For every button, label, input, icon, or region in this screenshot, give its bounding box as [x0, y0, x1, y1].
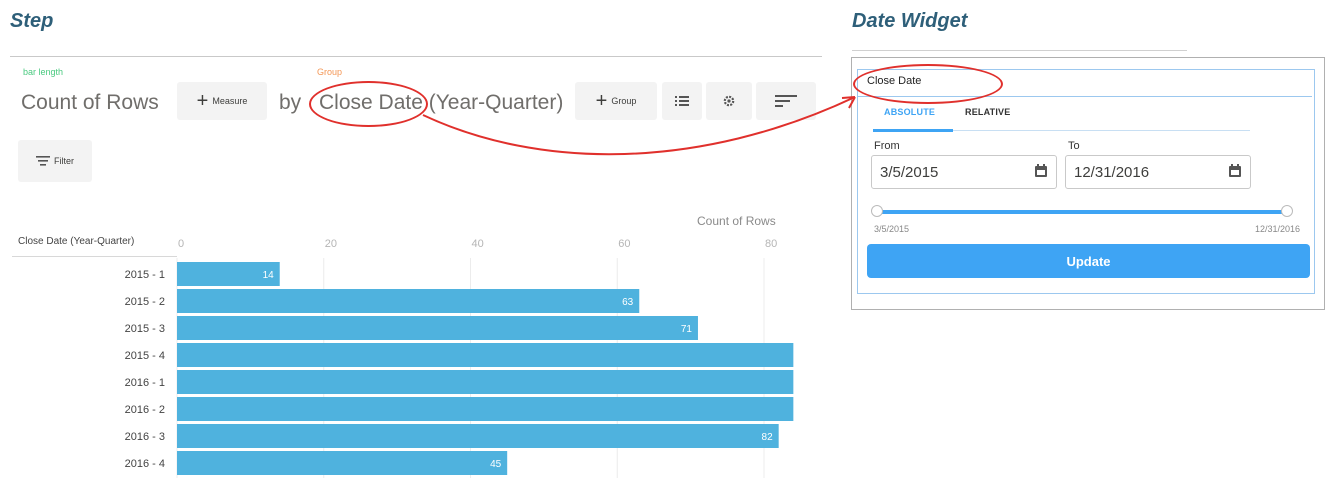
- annotation-arrow-layer: [422, 96, 856, 156]
- annotation-arrow: [422, 96, 856, 156]
